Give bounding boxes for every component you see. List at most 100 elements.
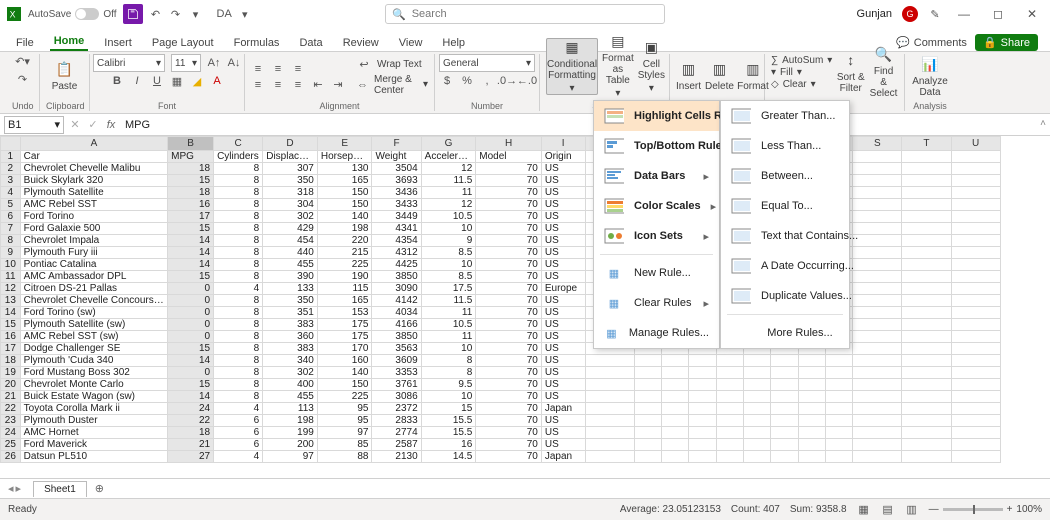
cell[interactable]: Chevrolet Monte Carlo	[20, 379, 168, 391]
cell[interactable]: 2774	[372, 427, 421, 439]
cell[interactable]: 454	[263, 235, 318, 247]
percent-icon[interactable]: %	[460, 74, 474, 88]
cell[interactable]: 8	[214, 367, 263, 379]
cell[interactable]: Displacement	[263, 151, 318, 163]
cell[interactable]: 70	[476, 283, 542, 295]
align-middle-icon[interactable]: ≡	[271, 62, 285, 76]
cell[interactable]	[825, 451, 852, 463]
cell[interactable]: 304	[263, 199, 318, 211]
name-box[interactable]: B1▾	[4, 116, 64, 134]
row-header[interactable]: 25	[1, 439, 21, 451]
menu-item[interactable]: Greater Than...	[721, 101, 849, 131]
cell[interactable]: 8	[214, 199, 263, 211]
cell[interactable]: 8	[214, 355, 263, 367]
row-header[interactable]: 2	[1, 163, 21, 175]
cell[interactable]	[902, 319, 951, 331]
font-size-select[interactable]: 11▾	[171, 54, 201, 72]
cell[interactable]	[771, 439, 798, 451]
cell[interactable]: Chevrolet Chevelle Concours (sw)	[20, 295, 168, 307]
cell[interactable]: 2130	[372, 451, 421, 463]
cell[interactable]: 70	[476, 187, 542, 199]
cell[interactable]: 8	[214, 163, 263, 175]
cell[interactable]	[634, 391, 661, 403]
cell[interactable]: 18	[168, 187, 214, 199]
cell[interactable]	[951, 163, 1000, 175]
cell[interactable]: AMC Rebel SST	[20, 199, 168, 211]
cell[interactable]: 0	[168, 283, 214, 295]
bold-icon[interactable]: B	[110, 74, 124, 88]
tab-view[interactable]: View	[395, 35, 427, 51]
cell[interactable]: Buick Estate Wagon (sw)	[20, 391, 168, 403]
cell[interactable]	[716, 391, 743, 403]
cell[interactable]	[825, 391, 852, 403]
cell[interactable]: 70	[476, 367, 542, 379]
cell[interactable]: 165	[317, 295, 372, 307]
cell[interactable]	[853, 163, 902, 175]
cell[interactable]: 455	[263, 391, 318, 403]
cell[interactable]	[853, 343, 902, 355]
cell[interactable]	[743, 451, 770, 463]
cell[interactable]	[798, 391, 825, 403]
cell[interactable]: 97	[317, 427, 372, 439]
cell[interactable]	[662, 355, 689, 367]
close-button[interactable]: ✕	[1020, 7, 1044, 21]
cell[interactable]	[902, 427, 951, 439]
cell[interactable]: Citroen DS-21 Pallas	[20, 283, 168, 295]
number-format-select[interactable]: General▾	[439, 54, 535, 72]
tab-page-layout[interactable]: Page Layout	[148, 35, 218, 51]
cell[interactable]	[902, 391, 951, 403]
cell[interactable]	[902, 259, 951, 271]
cell[interactable]: US	[541, 391, 585, 403]
cell[interactable]	[902, 187, 951, 199]
cell[interactable]: 70	[476, 451, 542, 463]
cell[interactable]	[902, 415, 951, 427]
maximize-button[interactable]: ◻	[986, 7, 1010, 21]
row-header[interactable]: 16	[1, 331, 21, 343]
cell[interactable]: US	[541, 235, 585, 247]
autosave-toggle[interactable]: AutoSave Off	[28, 8, 117, 20]
minimize-button[interactable]: —	[952, 7, 976, 21]
cell[interactable]: 70	[476, 415, 542, 427]
cell[interactable]	[662, 451, 689, 463]
cell[interactable]: 70	[476, 331, 542, 343]
menu-item[interactable]: Top/Bottom Rules▸	[594, 131, 719, 161]
cell[interactable]: 88	[317, 451, 372, 463]
cell[interactable]: Japan	[541, 451, 585, 463]
cell[interactable]: 4341	[372, 223, 421, 235]
row-header[interactable]: 23	[1, 415, 21, 427]
cell[interactable]	[902, 343, 951, 355]
cell[interactable]: 455	[263, 259, 318, 271]
pen-icon[interactable]: ✎	[928, 7, 942, 21]
enter-icon[interactable]: ✓	[86, 118, 100, 132]
cell[interactable]	[853, 331, 902, 343]
cell[interactable]: 3449	[372, 211, 421, 223]
tab-insert[interactable]: Insert	[100, 35, 136, 51]
tab-review[interactable]: Review	[339, 35, 383, 51]
row-header[interactable]: 19	[1, 367, 21, 379]
cell[interactable]: 8	[214, 295, 263, 307]
cell[interactable]: 15	[168, 379, 214, 391]
cell[interactable]: 70	[476, 427, 542, 439]
cell[interactable]: 199	[263, 427, 318, 439]
cell[interactable]: 8	[214, 271, 263, 283]
cell[interactable]	[743, 379, 770, 391]
cell[interactable]: 15.5	[421, 415, 476, 427]
sheet-prev-icon[interactable]: ◂	[8, 482, 14, 495]
cell[interactable]: 14	[168, 355, 214, 367]
decrease-decimal-icon[interactable]: ←.0	[520, 74, 534, 88]
cell[interactable]: 21	[168, 439, 214, 451]
cell[interactable]	[853, 211, 902, 223]
cell[interactable]: 390	[263, 271, 318, 283]
increase-font-icon[interactable]: A↑	[207, 56, 221, 70]
cell[interactable]: 14	[168, 247, 214, 259]
cell[interactable]	[853, 151, 902, 163]
cell[interactable]	[771, 379, 798, 391]
cell[interactable]: 8.5	[421, 271, 476, 283]
border-icon[interactable]: ▦	[170, 74, 184, 88]
row-header[interactable]: 10	[1, 259, 21, 271]
menu-item[interactable]: Color Scales▸	[594, 191, 719, 221]
cell[interactable]: 12	[421, 163, 476, 175]
fill-color-icon[interactable]: ◢	[190, 74, 204, 88]
cell[interactable]: 22	[168, 415, 214, 427]
cell[interactable]: 3761	[372, 379, 421, 391]
